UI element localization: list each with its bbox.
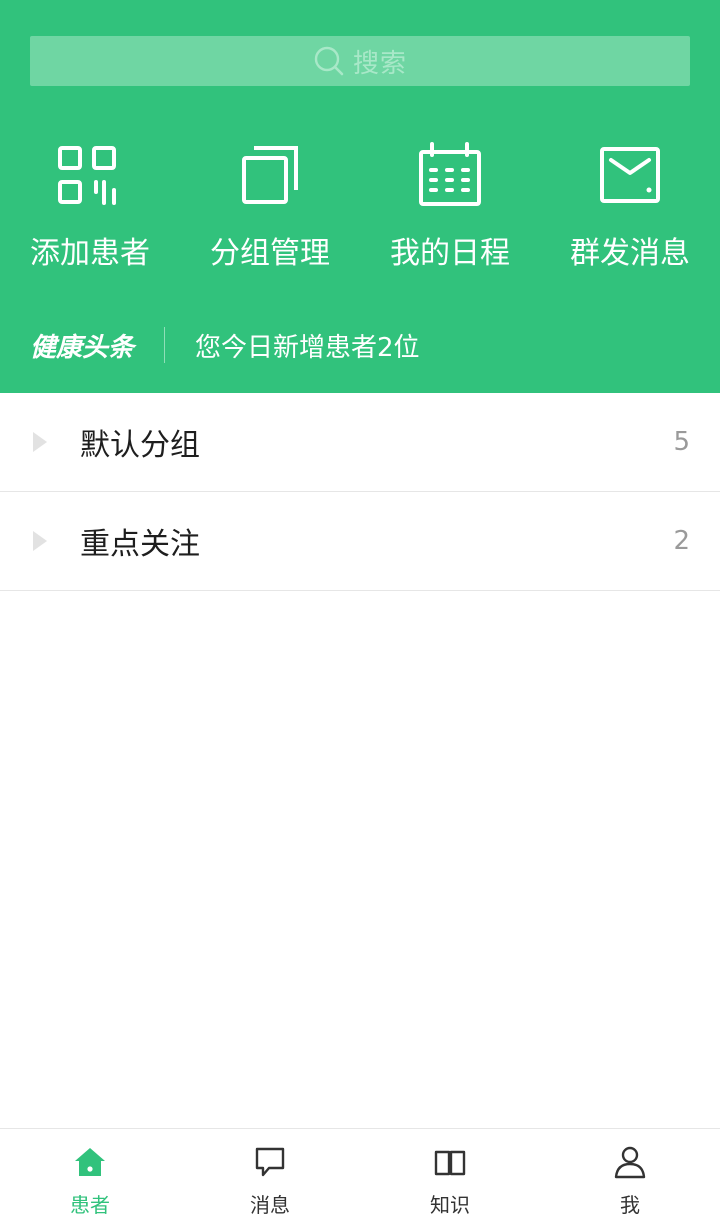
- search-placeholder: 搜索: [352, 48, 407, 79]
- chat-icon: [255, 1147, 285, 1177]
- mail-icon: [600, 147, 660, 203]
- search-icon: [314, 46, 344, 76]
- mass-message-label: 群发消息: [570, 236, 690, 271]
- header: 搜索 添加患者 分组管理 我的日程 群发消息 健康头条 您今日新增患者2位: [0, 0, 720, 393]
- tab-knowledge[interactable]: 知识: [360, 1129, 540, 1230]
- search-bar[interactable]: 搜索: [30, 36, 690, 86]
- health-news-title: 健康头条: [30, 332, 135, 363]
- qrcode-scan-icon: [58, 146, 116, 205]
- group-row-focus[interactable]: 重点关注 2: [0, 492, 720, 591]
- group-management-label: 分组管理: [210, 236, 330, 271]
- tab-patients[interactable]: 患者: [0, 1129, 180, 1230]
- user-icon: [614, 1146, 646, 1179]
- patient-group-list: 默认分组 5 重点关注 2: [0, 393, 720, 591]
- mass-message-button[interactable]: 群发消息: [540, 140, 720, 290]
- news-divider: [164, 327, 166, 363]
- app-screen: 搜索 添加患者 分组管理 我的日程 群发消息 健康头条 您今日新增患者2位 默认…: [0, 0, 720, 1230]
- book-icon: [434, 1150, 466, 1176]
- group-row-default[interactable]: 默认分组 5: [0, 393, 720, 492]
- tab-label: 患者: [70, 1193, 110, 1217]
- tab-messages[interactable]: 消息: [180, 1129, 360, 1230]
- my-schedule-button[interactable]: 我的日程: [360, 140, 540, 290]
- home-icon: [75, 1148, 105, 1176]
- expand-caret-icon: [33, 432, 47, 452]
- group-name: 重点关注: [80, 527, 200, 562]
- calendar-icon: [419, 142, 481, 206]
- copy-group-icon: [242, 146, 298, 204]
- health-news-text: 您今日新增患者2位: [195, 332, 420, 363]
- health-news-bar[interactable]: 健康头条 您今日新增患者2位: [30, 326, 690, 364]
- quick-actions: 添加患者 分组管理 我的日程 群发消息: [0, 140, 720, 290]
- add-patient-label: 添加患者: [30, 236, 150, 271]
- tab-me[interactable]: 我: [540, 1129, 720, 1230]
- tab-label: 我: [620, 1193, 640, 1217]
- add-patient-button[interactable]: 添加患者: [0, 140, 180, 290]
- group-management-button[interactable]: 分组管理: [180, 140, 360, 290]
- my-schedule-label: 我的日程: [390, 236, 510, 271]
- tab-label: 消息: [250, 1193, 290, 1217]
- group-name: 默认分组: [80, 428, 200, 463]
- group-count: 2: [673, 526, 690, 556]
- bottom-tab-bar: 患者 消息 知识 我: [0, 1128, 720, 1230]
- group-count: 5: [673, 427, 690, 457]
- tab-label: 知识: [430, 1193, 470, 1217]
- expand-caret-icon: [33, 531, 47, 551]
